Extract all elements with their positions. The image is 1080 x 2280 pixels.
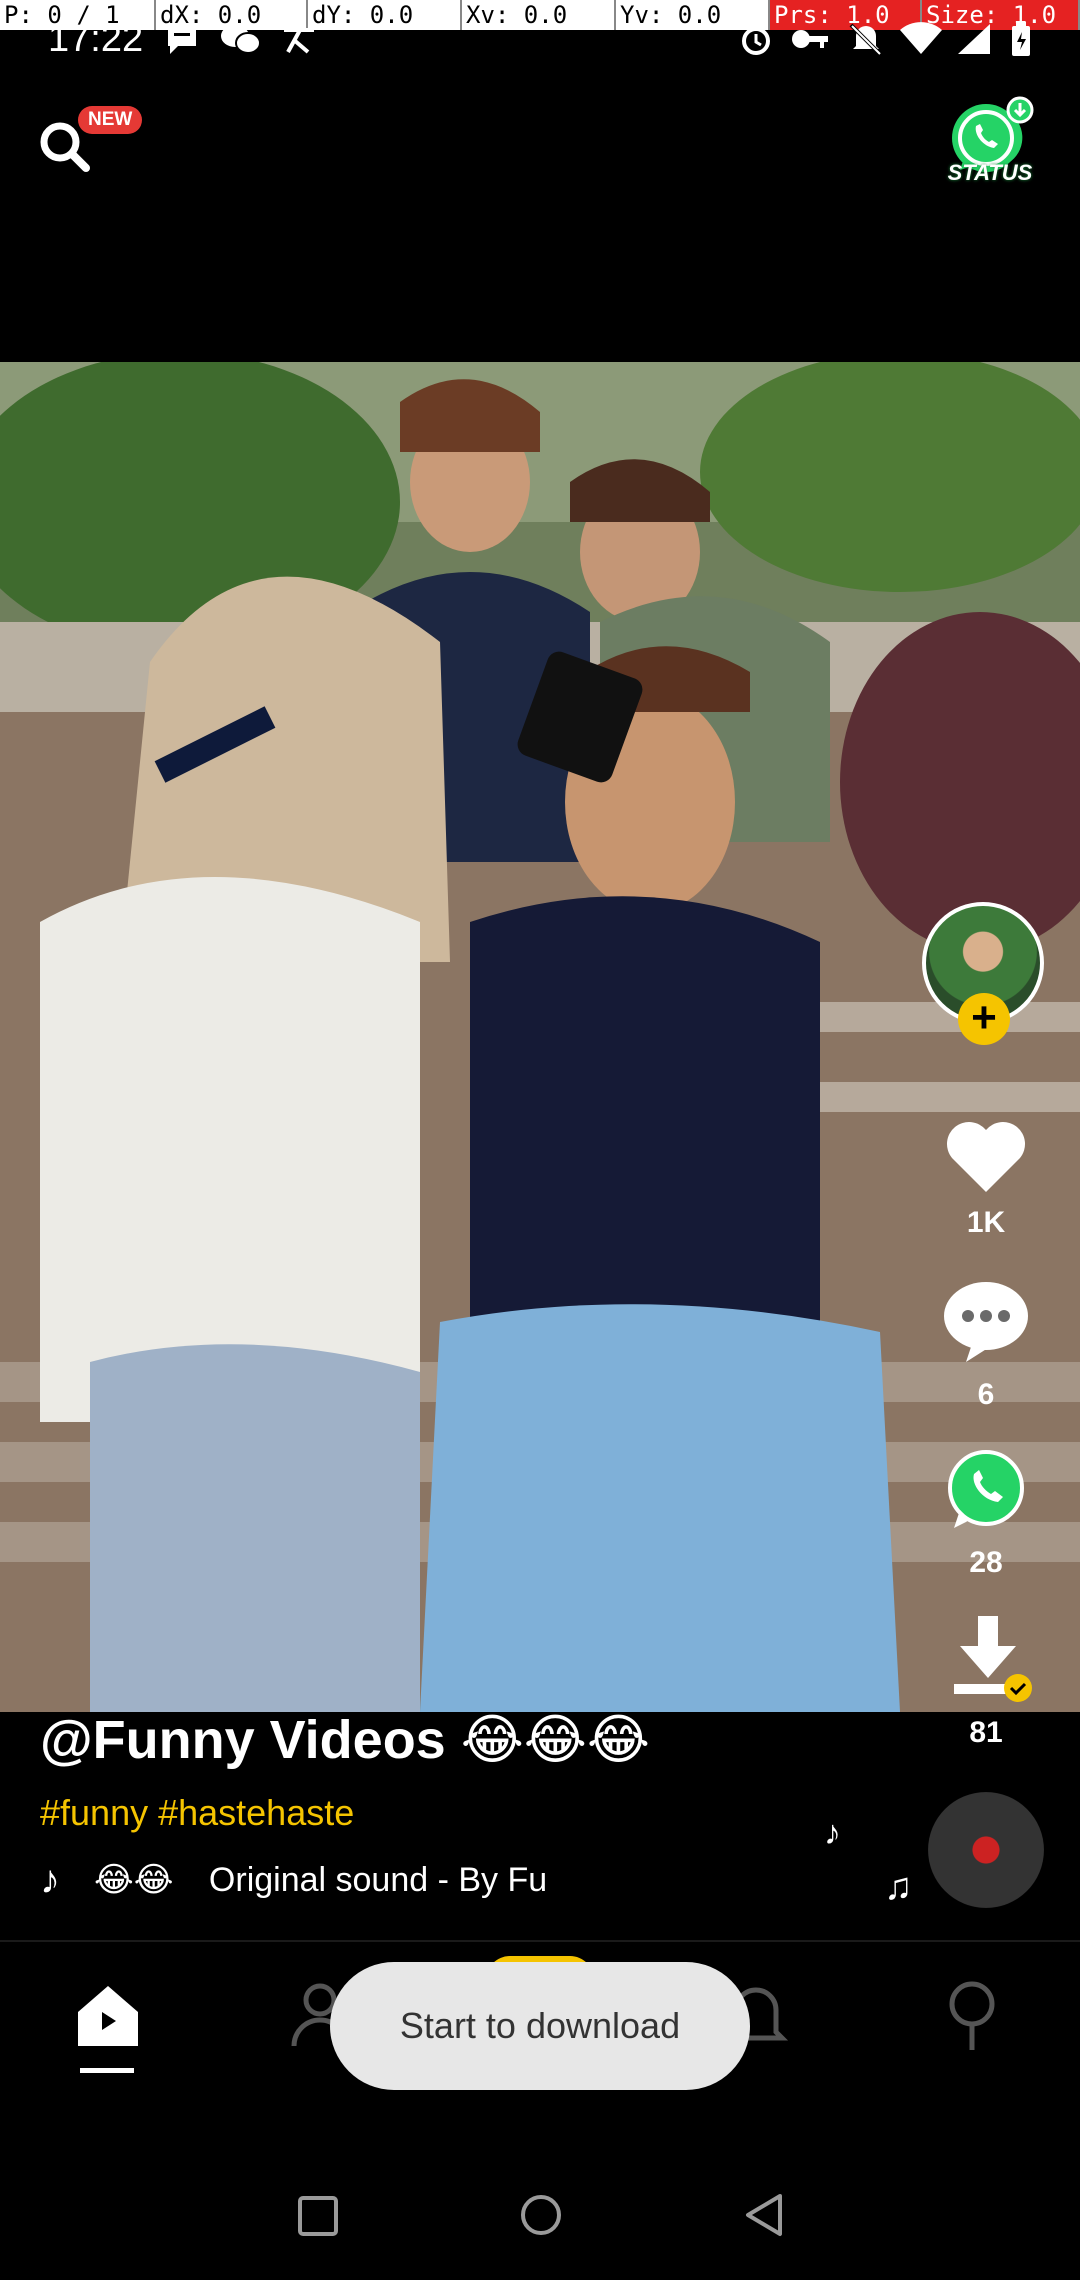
system-navigation-bar	[0, 2150, 1080, 2280]
nav-profile[interactable]	[932, 1976, 1012, 2056]
sound-text: Original sound - By Fu	[208, 1861, 548, 1899]
music-note-icon: ♪	[40, 1858, 60, 1902]
whatsapp-status-button[interactable]: STATUS	[940, 96, 1040, 192]
pointer-xv: Xv: 0.0	[462, 0, 616, 30]
signal-icon	[958, 24, 990, 54]
comment-icon[interactable]	[942, 1280, 1030, 1364]
profile-icon	[949, 1981, 995, 2050]
author-name[interactable]: @Funny Videos 😂😂😂	[40, 1708, 650, 1771]
floating-note-icon: ♪	[824, 1814, 841, 1852]
battery-icon	[1012, 22, 1030, 56]
new-badge: NEW	[78, 106, 143, 134]
sound-emoji: 😂😂	[94, 1861, 174, 1899]
download-icon[interactable]	[950, 1616, 1040, 1706]
home-active-indicator	[80, 2068, 134, 2073]
status-label: STATUS	[947, 160, 1033, 185]
message-icon	[168, 26, 196, 54]
video-player[interactable]	[0, 362, 1080, 1712]
sound-title[interactable]: 😂😂 Original sound - By Fu	[94, 1860, 566, 1900]
wifi-icon	[900, 22, 942, 54]
share-count: 28	[969, 1546, 1003, 1579]
status-time: 17:22	[48, 18, 144, 60]
like-icon[interactable]	[944, 1118, 1028, 1194]
key-icon	[792, 30, 828, 48]
mute-icon	[849, 23, 883, 56]
pointer-dy: dY: 0.0	[308, 0, 462, 30]
alarm-icon	[742, 27, 770, 55]
back-icon[interactable]	[742, 2192, 786, 2238]
nav-home[interactable]	[68, 1976, 148, 2056]
whatsapp-share-icon[interactable]	[944, 1448, 1028, 1532]
recents-icon[interactable]	[296, 2194, 340, 2238]
home-system-icon[interactable]	[518, 2192, 564, 2238]
download-count: 81	[969, 1716, 1003, 1749]
hashtags[interactable]: #funny #hastehaste	[40, 1792, 354, 1834]
download-toast: Start to download	[330, 1962, 750, 2090]
like-count: 1K	[966, 1206, 1006, 1239]
translate-icon	[284, 26, 314, 54]
floating-notes-icon: ♫	[884, 1866, 913, 1908]
sound-disc[interactable]	[928, 1792, 1044, 1908]
wechat-icon	[221, 25, 261, 54]
follow-button[interactable]: +	[958, 993, 1010, 1045]
home-icon	[78, 1986, 138, 2046]
pointer-size: Size: 1.0	[922, 0, 1080, 30]
comment-count: 6	[977, 1378, 995, 1411]
video-frame	[0, 362, 1080, 1712]
